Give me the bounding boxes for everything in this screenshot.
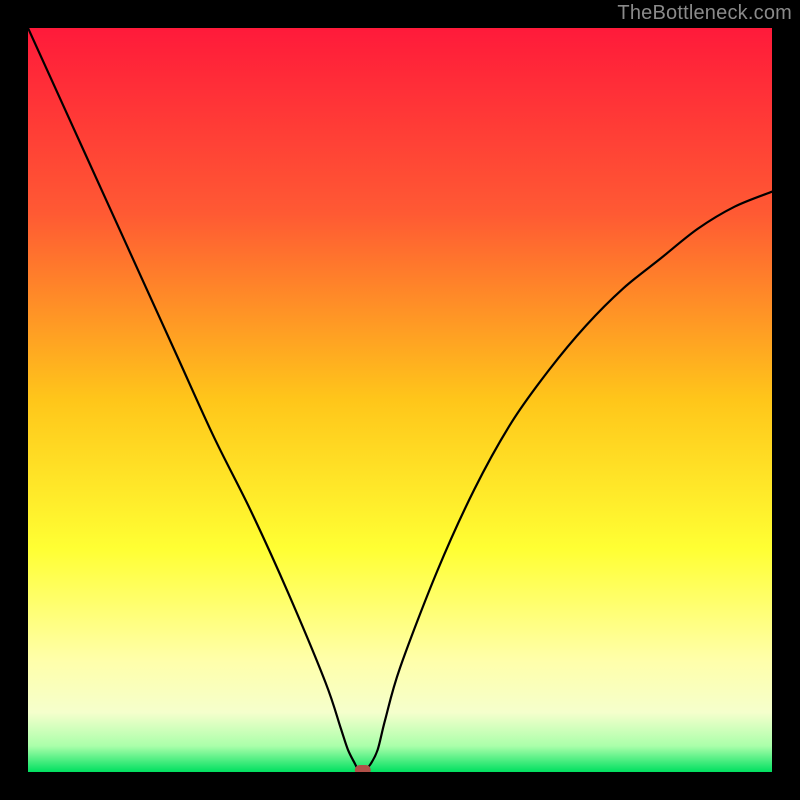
gradient-background bbox=[28, 28, 772, 772]
optimal-point-marker bbox=[355, 765, 371, 772]
bottleneck-chart bbox=[28, 28, 772, 772]
chart-area bbox=[28, 28, 772, 772]
watermark-text: TheBottleneck.com bbox=[617, 2, 792, 25]
